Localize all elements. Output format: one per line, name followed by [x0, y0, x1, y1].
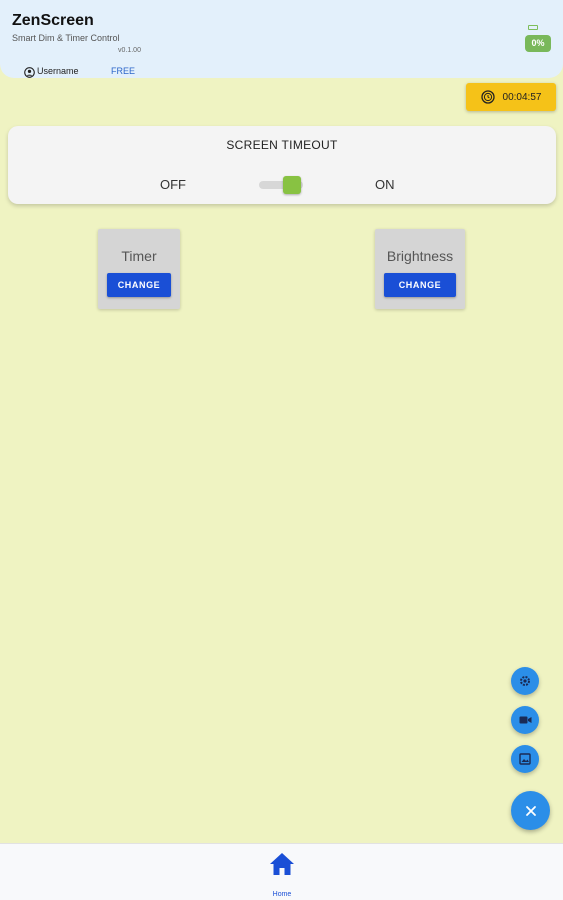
user-account[interactable]: Username	[24, 65, 79, 78]
brightness-change-button[interactable]: CHANGE	[384, 273, 456, 297]
timer-change-button[interactable]: CHANGE	[107, 273, 171, 297]
brightness-label: Brightness	[386, 248, 454, 264]
app-header: ZenScreen Smart Dim & Timer Control v0.1…	[0, 0, 563, 78]
timer-tile: Timer CHANGE	[98, 229, 180, 309]
coin-icon	[480, 90, 495, 104]
close-fab-button[interactable]	[511, 791, 550, 830]
off-label: OFF	[160, 177, 186, 192]
battery-percent: 0%	[525, 35, 551, 52]
user-icon	[24, 65, 35, 78]
screenshot-fab[interactable]	[511, 745, 539, 773]
video-camera-icon	[519, 716, 531, 724]
countdown-timer-chip[interactable]: 00:04:57	[466, 83, 556, 111]
home-icon	[270, 853, 294, 875]
screen-timeout-title: SCREEN TIMEOUT	[226, 138, 338, 152]
nav-home-label: Home	[272, 891, 292, 898]
screen-timeout-card: SCREEN TIMEOUT OFF ON	[8, 126, 556, 204]
gear-icon	[520, 676, 530, 686]
nav-home[interactable]: Home	[262, 852, 302, 898]
app-version: v0.1.00	[118, 47, 141, 54]
settings-fab[interactable]	[511, 667, 539, 695]
bottom-navigation: Home	[0, 843, 563, 900]
on-label: ON	[375, 177, 395, 192]
close-icon	[525, 805, 536, 816]
brightness-tile: Brightness CHANGE	[375, 229, 465, 309]
app-title: ZenScreen	[12, 12, 94, 29]
plan-badge[interactable]: FREE	[111, 66, 135, 76]
battery-icon	[528, 25, 538, 30]
battery-indicator: 0%	[525, 24, 551, 54]
record-fab[interactable]	[511, 706, 539, 734]
countdown-time: 00:04:57	[502, 91, 542, 103]
timer-label: Timer	[121, 248, 157, 264]
toggle-thumb[interactable]	[283, 176, 301, 194]
username: Username	[37, 65, 79, 76]
app-subtitle: Smart Dim & Timer Control	[12, 33, 120, 43]
image-icon	[519, 753, 531, 765]
screen-timeout-toggle[interactable]	[259, 175, 305, 195]
